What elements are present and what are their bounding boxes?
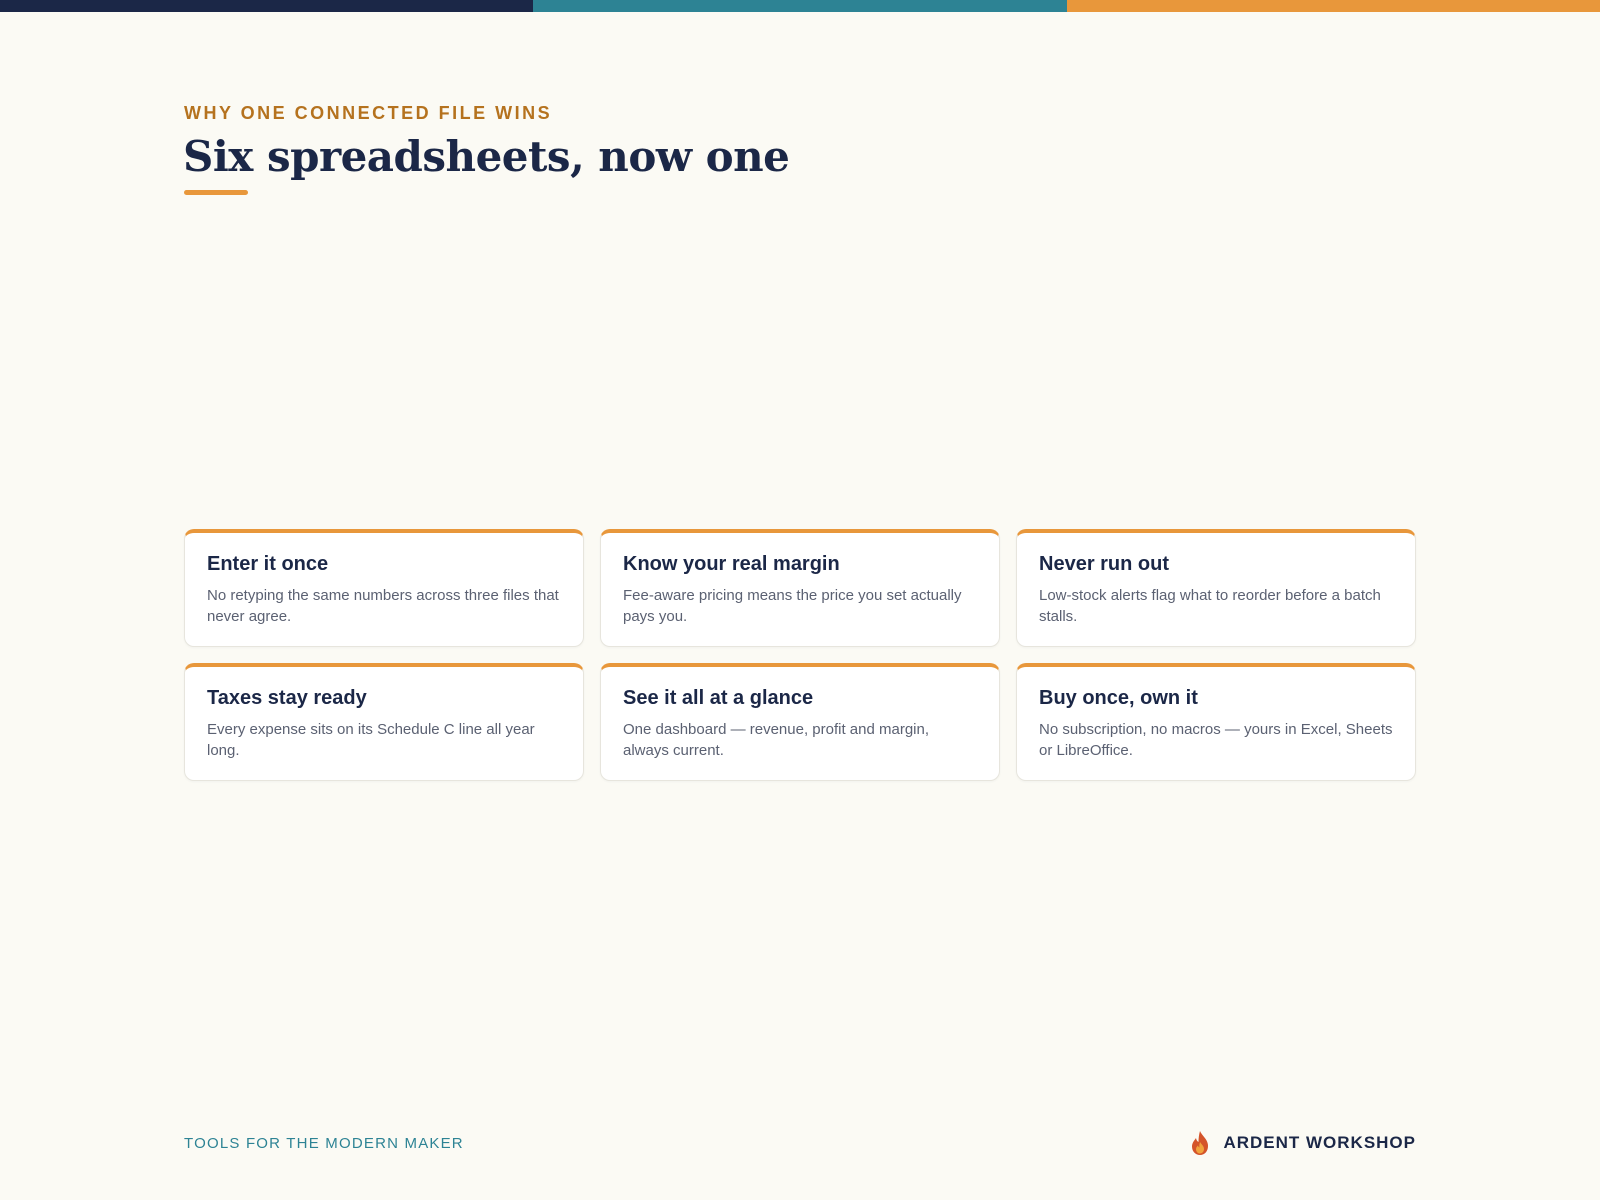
card-body: Fee-aware pricing means the price you se… bbox=[623, 587, 962, 625]
benefit-card-never-run-out: Never run out Low-stock alerts flag what… bbox=[1016, 529, 1416, 647]
card-title: Enter it once bbox=[207, 553, 329, 575]
brand-name: ARDENT WORKSHOP bbox=[1223, 1133, 1416, 1152]
benefit-card-real-margin: Know your real margin Fee-aware pricing … bbox=[600, 529, 1000, 647]
benefit-card-enter-once: Enter it once No retyping the same numbe… bbox=[184, 529, 584, 647]
benefit-card-buy-once: Buy once, own it No subscription, no mac… bbox=[1016, 663, 1416, 781]
card-body: Low-stock alerts flag what to reorder be… bbox=[1039, 587, 1381, 625]
card-body: No retyping the same numbers across thre… bbox=[207, 587, 559, 625]
top-bar-orange-segment bbox=[1066, 0, 1600, 12]
benefit-card-at-a-glance: See it all at a glance One dashboard — r… bbox=[600, 663, 1000, 781]
card-title: Buy once, own it bbox=[1039, 687, 1198, 709]
title-underline-accent bbox=[184, 190, 248, 195]
footer-brand: ARDENT WORKSHOP bbox=[1189, 1130, 1416, 1156]
card-title: Never run out bbox=[1039, 553, 1170, 575]
benefit-card-taxes-ready: Taxes stay ready Every expense sits on i… bbox=[184, 663, 584, 781]
top-bar-navy-segment bbox=[0, 0, 534, 12]
card-title: See it all at a glance bbox=[623, 687, 814, 709]
top-bar-teal-segment bbox=[533, 0, 1067, 12]
card-body: One dashboard — revenue, profit and marg… bbox=[623, 721, 930, 759]
card-body: No subscription, no macros — yours in Ex… bbox=[1039, 721, 1393, 759]
card-body: Every expense sits on its Schedule C lin… bbox=[207, 721, 535, 759]
benefit-cards-grid: Enter it once No retyping the same numbe… bbox=[184, 529, 1416, 781]
flame-icon bbox=[1192, 1131, 1209, 1155]
footer-tagline: TOOLS FOR THE MODERN MAKER bbox=[184, 1135, 464, 1152]
page-title: Six spreadsheets, now one bbox=[183, 132, 790, 181]
eyebrow-label: WHY ONE CONNECTED FILE WINS bbox=[184, 103, 553, 123]
card-title: Taxes stay ready bbox=[207, 687, 367, 709]
top-color-bar bbox=[0, 0, 1600, 12]
card-title: Know your real margin bbox=[623, 553, 840, 575]
